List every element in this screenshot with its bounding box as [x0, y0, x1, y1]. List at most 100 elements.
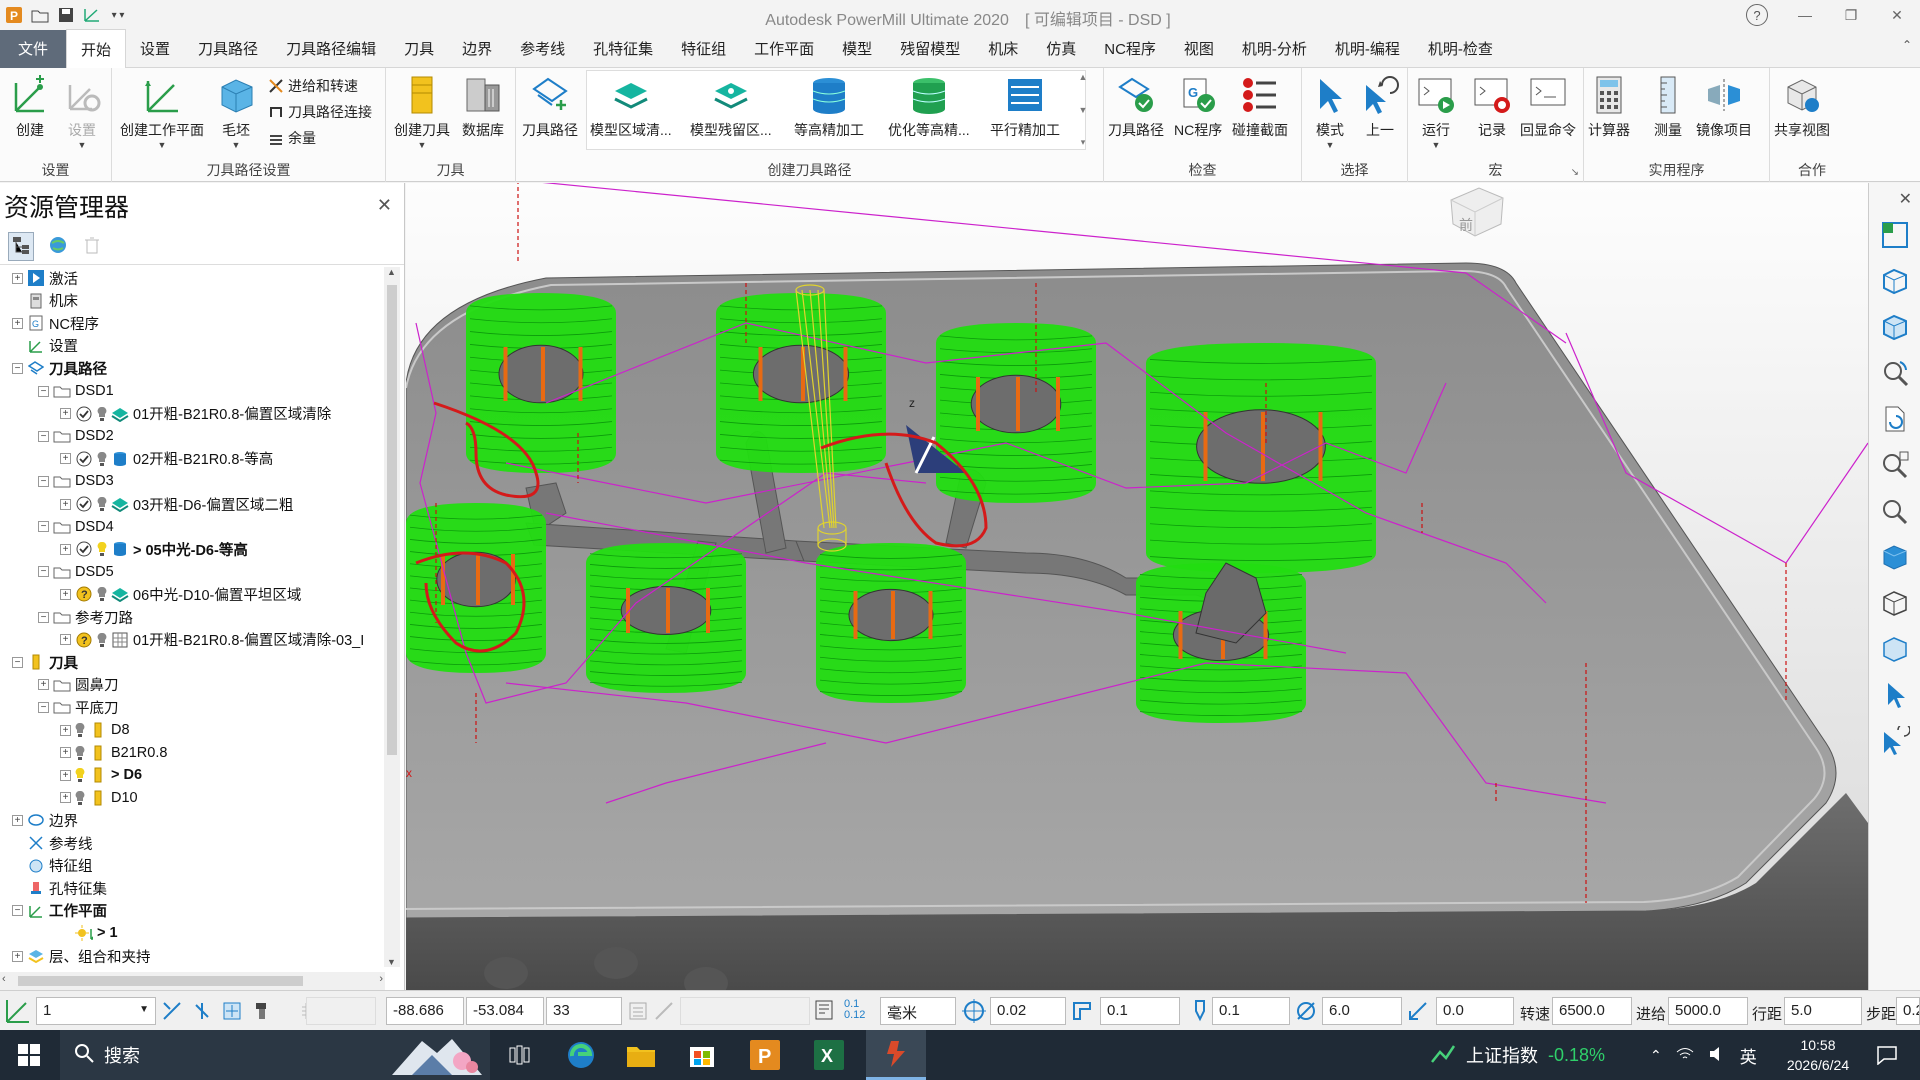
tree-node[interactable]: +? 01开粗-B21R0.8-偏置区域清除-03_I	[60, 629, 364, 651]
expand-toggle-icon[interactable]: +	[12, 814, 23, 826]
tab-nc-program[interactable]: NC程序	[1090, 30, 1170, 68]
tree-node[interactable]: − 刀具路径	[12, 357, 107, 379]
shaded-cube-icon[interactable]	[1875, 537, 1915, 577]
snap-icon[interactable]	[162, 1001, 182, 1024]
toolpath-button[interactable]: 刀具路径	[522, 72, 578, 140]
clock[interactable]: 10:58 2026/6/24	[1770, 1030, 1866, 1080]
tab-workplane[interactable]: 工作平面	[740, 30, 828, 68]
expand-toggle-icon[interactable]: +	[38, 679, 49, 691]
expand-toggle-icon[interactable]: −	[38, 521, 49, 533]
viewcube[interactable]: 前	[1450, 187, 1504, 237]
tab-toolpath[interactable]: 刀具路径	[184, 30, 272, 68]
tree-node[interactable]: − 参考刀路	[38, 606, 133, 628]
tree-node[interactable]: 设置	[12, 335, 78, 357]
help-icon[interactable]: ?	[1746, 4, 1768, 26]
expand-toggle-icon[interactable]: −	[12, 905, 23, 917]
tree-node[interactable]: − DSD5	[38, 561, 114, 583]
file-explorer-icon[interactable]	[626, 1030, 656, 1080]
tab-toolpath-edit[interactable]: 刀具路径编辑	[272, 30, 390, 68]
expand-toggle-icon[interactable]: −	[38, 611, 49, 623]
tab-tool[interactable]: 刀具	[390, 30, 448, 68]
volume-icon[interactable]	[1708, 1046, 1726, 1065]
expand-toggle-icon[interactable]: −	[12, 362, 23, 374]
wireframe-cube-icon[interactable]	[1875, 583, 1915, 623]
expand-toggle-icon[interactable]: +	[60, 769, 71, 781]
tree-node[interactable]: + 圆鼻刀	[38, 674, 119, 696]
expand-toggle-icon[interactable]: +	[60, 408, 71, 420]
workplane-align-icon[interactable]	[222, 1001, 242, 1024]
expand-toggle-icon[interactable]: +	[60, 453, 71, 465]
echo-commands-button[interactable]: 回显命令	[1520, 72, 1576, 140]
database-button[interactable]: 数据库	[462, 72, 504, 140]
coordinate-icon[interactable]	[628, 1001, 648, 1024]
collision-section-button[interactable]: 碰撞截面	[1232, 72, 1288, 140]
bulb-off-icon[interactable]	[97, 495, 107, 513]
tab-features[interactable]: 特征组	[667, 30, 740, 68]
expand-toggle-icon[interactable]: +	[60, 724, 71, 736]
tab-simulation[interactable]: 仿真	[1032, 30, 1090, 68]
verify-nc-button[interactable]: G NC程序	[1174, 72, 1222, 140]
tab-stock-model[interactable]: 残留模型	[886, 30, 974, 68]
tree-node[interactable]: +? 06中光-D10-偏置平坦区域	[60, 583, 301, 605]
viewcube-face-label[interactable]: 前	[1459, 217, 1473, 234]
bulb-off-icon[interactable]	[75, 789, 85, 807]
expand-toggle-icon[interactable]: +	[12, 317, 23, 329]
share-view-button[interactable]: 共享视图	[1774, 72, 1830, 140]
globe-icon[interactable]	[48, 235, 68, 258]
close-view-toolbar-icon[interactable]: ✕	[1899, 189, 1912, 209]
raster-finishing-button[interactable]: 平行精加工	[990, 72, 1060, 140]
axial-thickness-field[interactable]: 0.1	[1212, 997, 1290, 1025]
view-top-icon[interactable]	[1875, 215, 1915, 255]
expand-toggle-icon[interactable]: +	[60, 588, 71, 600]
model-area-clearance-button[interactable]: 模型区域清...	[590, 72, 672, 140]
bulb-off-icon[interactable]	[75, 721, 85, 739]
tree-node[interactable]: 机床	[12, 290, 78, 312]
tree-node[interactable]: − DSD1	[38, 380, 114, 402]
gallery-up-icon[interactable]: ▲	[1079, 72, 1088, 82]
create-tool-button[interactable]: 创建刀具 ▼	[394, 72, 450, 150]
select-cursor-icon[interactable]	[1875, 675, 1915, 715]
tree-node[interactable]: − DSD3	[38, 470, 114, 492]
previous-selection-button[interactable]: 上一	[1360, 72, 1400, 140]
cursor-x-field[interactable]: -88.686	[386, 997, 464, 1025]
cursor-y-field[interactable]: -53.084	[466, 997, 544, 1025]
thickness-field[interactable]: 0.1	[1100, 997, 1180, 1025]
collapse-ribbon-icon[interactable]: ⌃	[1902, 38, 1912, 52]
tray-overflow-icon[interactable]: ⌃	[1650, 1047, 1662, 1064]
zoom-fit-icon[interactable]	[1875, 445, 1915, 485]
block-view-cube-icon[interactable]	[1875, 629, 1915, 669]
tree-node[interactable]: 参考线	[12, 832, 93, 854]
stepover-field[interactable]: 5.0	[1784, 997, 1862, 1025]
spindle-speed-field[interactable]: 6500.0	[1552, 997, 1632, 1025]
tree-node[interactable]: + D8	[60, 719, 130, 741]
workplane-quick-icon[interactable]	[82, 5, 102, 25]
tree-node[interactable]: + > D6	[60, 764, 142, 786]
open-folder-icon[interactable]	[30, 5, 50, 25]
expand-toggle-icon[interactable]: −	[38, 701, 49, 713]
active-app-icon[interactable]	[866, 1030, 926, 1080]
view-iso-wire-icon[interactable]	[1875, 261, 1915, 301]
tab-file[interactable]: 文件	[0, 29, 67, 68]
tree-node[interactable]: +01开粗-B21R0.8-偏置区域清除	[60, 403, 331, 425]
tool-holder-icon[interactable]	[252, 1001, 272, 1024]
powermill-taskbar-icon[interactable]: P	[750, 1030, 780, 1080]
trash-icon[interactable]	[82, 235, 102, 258]
tree-node[interactable]: +03开粗-D6-偏置区域二粗	[60, 493, 293, 515]
verify-toolpath-button[interactable]: 刀具路径	[1108, 72, 1164, 140]
expand-toggle-icon[interactable]: −	[38, 385, 49, 397]
tree-node[interactable]: > 1	[60, 922, 118, 944]
expand-toggle-icon[interactable]: −	[38, 430, 49, 442]
tree-horizontal-scrollbar[interactable]: ‹ ›	[0, 972, 385, 990]
expand-toggle-icon[interactable]: +	[12, 950, 23, 962]
tab-jm-analysis[interactable]: 机明-分析	[1228, 30, 1321, 68]
bulb-off-icon[interactable]	[97, 450, 107, 468]
rotate-zoom-icon[interactable]	[1875, 353, 1915, 393]
tab-boundary[interactable]: 边界	[448, 30, 506, 68]
tab-holes[interactable]: 孔特征集	[579, 30, 667, 68]
tab-jm-check[interactable]: 机明-检查	[1414, 30, 1507, 68]
maximize-button[interactable]: ❐	[1828, 0, 1874, 30]
expand-toggle-icon[interactable]: +	[12, 272, 23, 284]
bulb-off-icon[interactable]	[97, 585, 107, 603]
bulb-on-icon[interactable]	[75, 766, 85, 784]
windows-start-icon[interactable]	[18, 1030, 40, 1080]
